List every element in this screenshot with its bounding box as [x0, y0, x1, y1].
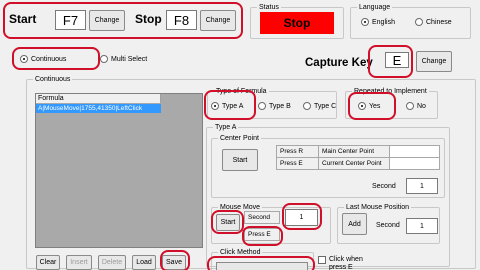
type-c-label: Type C	[314, 102, 337, 110]
type-a-radio[interactable]: Type A	[211, 102, 243, 110]
current-center-point-cell: Current Center Point	[318, 157, 390, 170]
repeat-group: Repeated to Implement Yes No	[345, 87, 438, 119]
stop-label: Stop	[135, 12, 162, 26]
type-a-label: Type A	[222, 102, 244, 110]
status-legend: Status	[257, 3, 281, 12]
save-button[interactable]: Save	[162, 255, 186, 270]
click-when-press-e-checkbox[interactable]: Click when press E	[318, 256, 369, 270]
repeat-no-radio[interactable]: No	[406, 102, 426, 110]
repeat-yes-label: Yes	[369, 102, 381, 110]
formula-list-item[interactable]: A|MouseMove|1755,41350|LeftClick	[36, 104, 161, 113]
radio-selected-icon	[20, 55, 28, 63]
center-point-start-button[interactable]: Start	[222, 149, 258, 171]
center-point-legend: Center Point	[218, 134, 261, 143]
start-key-field[interactable]: F7	[55, 10, 86, 30]
repeat-legend: Repeated to Implement	[352, 87, 429, 96]
center-point-second-input[interactable]: 1	[406, 178, 438, 194]
stop-key-field[interactable]: F8	[166, 10, 197, 30]
mouse-move-second-label: Second	[244, 211, 280, 224]
language-english-label: English	[372, 18, 395, 26]
start-label: Start	[9, 12, 37, 26]
status-group: Status Stop	[250, 3, 344, 39]
last-mouse-legend: Last Mouse Position	[344, 203, 412, 212]
formula-type-legend: Type of Formula	[214, 87, 269, 96]
language-english-radio[interactable]: English	[361, 18, 395, 26]
current-center-point-value	[389, 157, 440, 170]
checkbox-icon	[318, 256, 326, 264]
start-change-button[interactable]: Change	[89, 10, 125, 31]
radio-selected-icon	[211, 102, 219, 110]
app-window: Start F7 Change Stop F8 Change Status St…	[0, 0, 480, 270]
type-b-label: Type B	[269, 102, 291, 110]
formula-list-header[interactable]: Formula	[36, 94, 161, 103]
radio-unselected-icon	[406, 102, 414, 110]
repeat-yes-radio[interactable]: Yes	[358, 102, 380, 110]
mouse-move-second-input[interactable]: 1	[285, 209, 318, 226]
last-mouse-second-label: Second	[376, 222, 400, 229]
mode-multiselect-label: Multi Select	[111, 55, 148, 63]
radio-unselected-icon	[415, 18, 423, 26]
load-button[interactable]: Load	[132, 255, 156, 270]
last-mouse-second-input[interactable]: 1	[406, 218, 438, 234]
type-b-radio[interactable]: Type B	[258, 102, 291, 110]
language-chinese-label: Chinese	[426, 18, 452, 26]
click-method-legend: Click Method	[218, 248, 263, 257]
stop-change-button[interactable]: Change	[200, 10, 236, 31]
center-point-second-label: Second	[372, 183, 396, 190]
language-legend: Language	[357, 3, 393, 12]
radio-selected-icon	[358, 102, 366, 110]
mode-multiselect-radio[interactable]: Multi Select	[100, 55, 147, 63]
capture-key-label: Capture Key	[305, 57, 373, 69]
continuous-legend: Continuous	[33, 75, 73, 84]
formula-list[interactable]: Formula A|MouseMove|1755,41350|LeftClick	[35, 93, 203, 248]
radio-unselected-icon	[303, 102, 311, 110]
mode-continuous-label: Continuous	[31, 55, 67, 63]
radio-unselected-icon	[100, 55, 108, 63]
type-a-legend: Type A	[213, 123, 239, 132]
language-group: Language English Chinese	[350, 3, 471, 39]
click-when-press-e-label: Click when press E	[329, 256, 363, 270]
capture-change-button[interactable]: Change	[416, 51, 452, 72]
delete-button[interactable]: Delete	[98, 255, 126, 270]
press-e-cell: Press E	[276, 157, 319, 170]
formula-type-group: Type of Formula Type A Type B Type C	[207, 87, 337, 119]
capture-key-field[interactable]: E	[385, 52, 409, 68]
repeat-no-label: No	[417, 102, 426, 110]
radio-unselected-icon	[258, 102, 266, 110]
mouse-move-press-e-label: Press E	[244, 228, 280, 241]
click-method-dropdown[interactable]	[216, 262, 308, 270]
radio-selected-icon	[361, 18, 369, 26]
insert-button[interactable]: Insert	[66, 255, 92, 270]
status-indicator: Stop	[260, 12, 334, 34]
clear-button[interactable]: Clear	[36, 255, 60, 270]
language-chinese-radio[interactable]: Chinese	[415, 18, 452, 26]
type-c-radio[interactable]: Type C	[303, 102, 336, 110]
last-mouse-add-button[interactable]: Add	[342, 213, 367, 235]
mode-continuous-radio[interactable]: Continuous	[20, 55, 66, 63]
mouse-move-start-button[interactable]: Start	[216, 214, 240, 231]
